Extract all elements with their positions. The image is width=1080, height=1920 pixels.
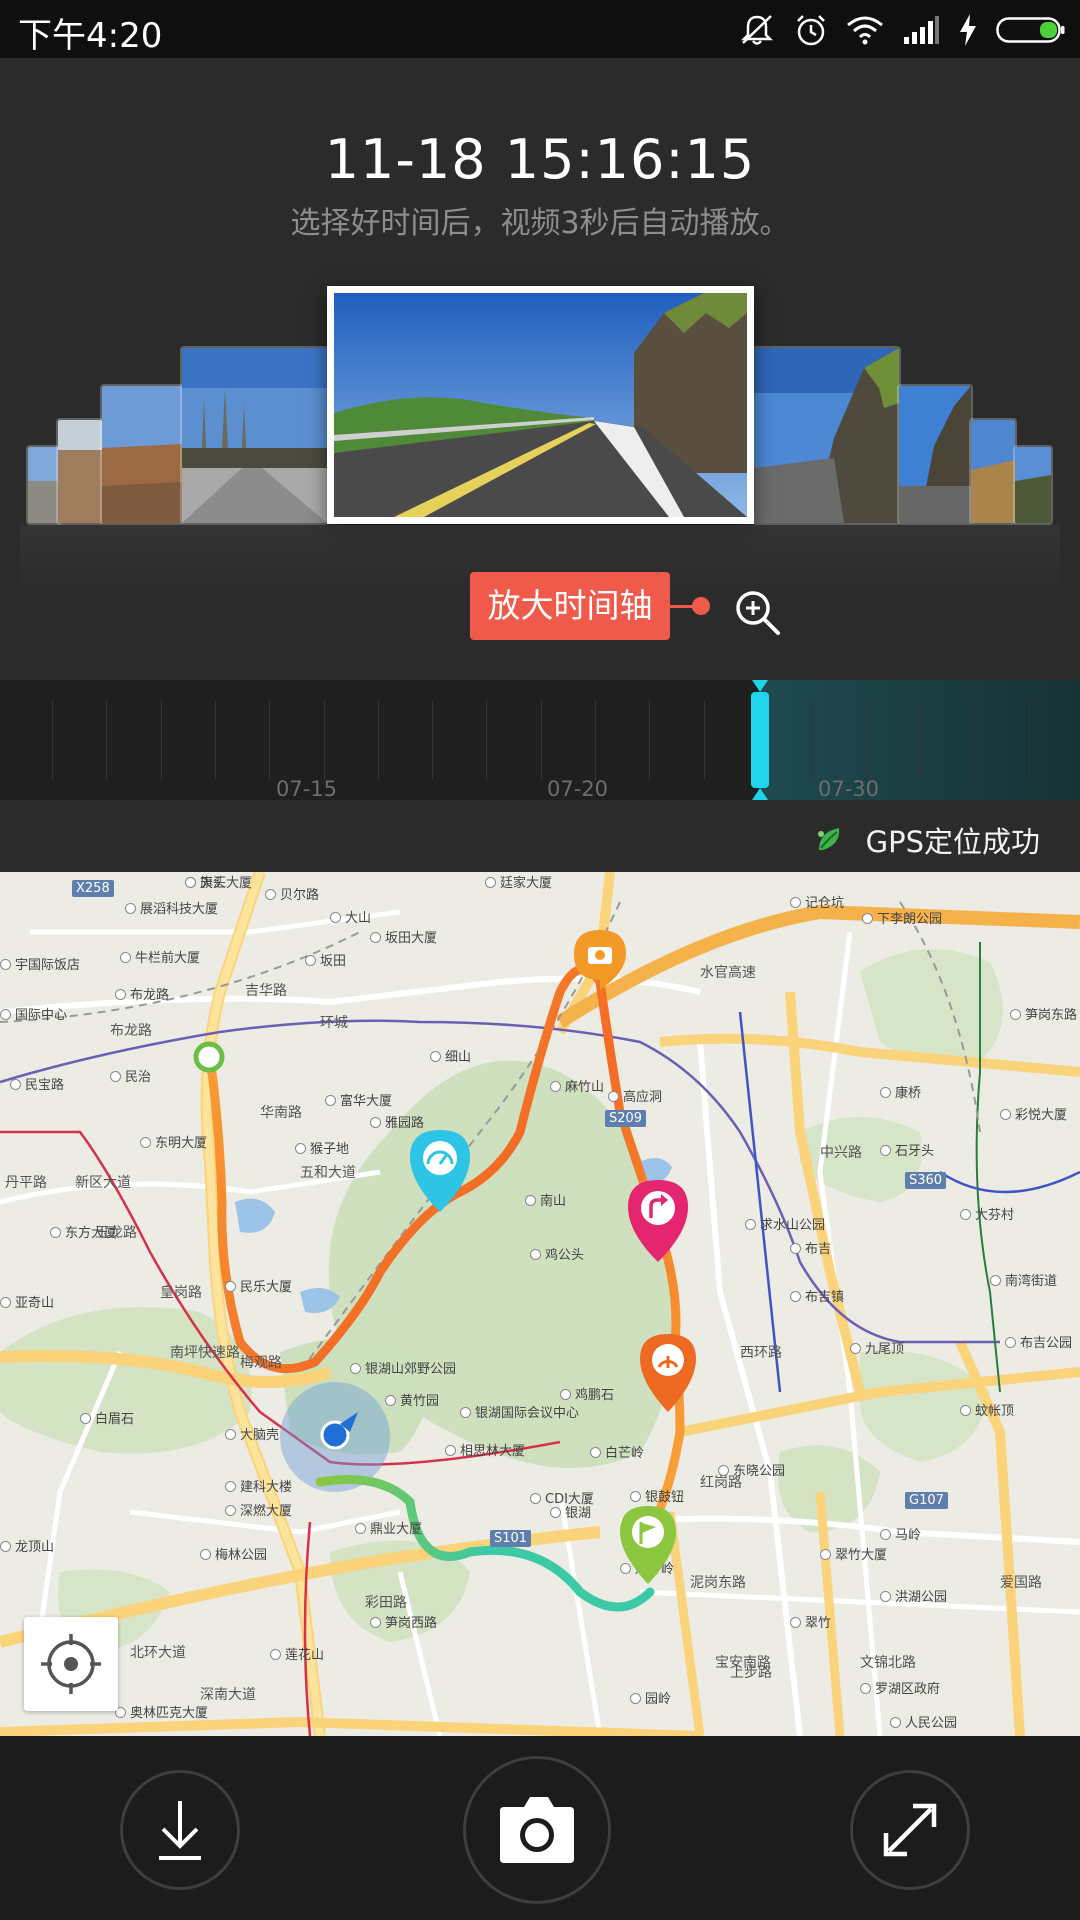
finish-flag-icon[interactable] xyxy=(620,1506,676,1584)
timeline-tick xyxy=(52,700,53,780)
timeline-cursor-top xyxy=(752,680,768,692)
route-markers xyxy=(193,930,696,1584)
timeline-label: 07-30 xyxy=(818,777,880,800)
timeline-tick xyxy=(921,700,922,780)
alarm-icon xyxy=(797,15,825,46)
timeline-tick xyxy=(704,700,705,780)
start-point-icon[interactable] xyxy=(193,1041,225,1073)
timeline-tick xyxy=(269,700,270,780)
camera-icon xyxy=(500,1797,574,1863)
zoom-timeline-button[interactable]: 放大时间轴 xyxy=(470,572,670,640)
thumb-left-4[interactable] xyxy=(28,447,60,523)
timeline-tick xyxy=(595,700,596,780)
thumb-right-4[interactable] xyxy=(1015,447,1051,523)
brake-marker-icon[interactable] xyxy=(640,1334,696,1412)
thumb-selected[interactable] xyxy=(327,286,754,524)
charging-icon xyxy=(960,14,976,46)
wifi-icon xyxy=(847,16,883,45)
thumb-right-2[interactable] xyxy=(899,386,971,523)
status-bar: 下午4:20 xyxy=(0,0,1080,58)
timeline-tick xyxy=(812,700,813,780)
status-icons xyxy=(738,10,1066,50)
locate-icon xyxy=(41,1634,101,1694)
download-button[interactable] xyxy=(120,1770,240,1890)
autoplay-hint: 选择好时间后，视频3秒后自动播放。 xyxy=(290,206,790,241)
video-datetime: 11-18 15:16:15 xyxy=(324,128,756,191)
timeline-tick xyxy=(866,700,867,780)
timeline-tick xyxy=(106,700,107,780)
current-location-icon xyxy=(320,1412,358,1450)
timeline-tick xyxy=(378,700,379,780)
timeline-label: 07-20 xyxy=(547,777,609,800)
zoom-in-icon[interactable] xyxy=(733,588,781,636)
timeline-cursor-bottom xyxy=(752,788,768,800)
map-view[interactable]: 天汇大厦 廷家大厦 贝尔路 展滔科技大厦 大山 坂田大厦 牛栏前大厦 坂田 宇国际饭店 布龙路 国际… xyxy=(0,872,1080,1736)
download-icon xyxy=(159,1801,201,1860)
timeline-recorded-range xyxy=(760,680,1080,800)
fullscreen-icon xyxy=(883,1803,937,1857)
signal-icon xyxy=(904,16,939,44)
thumb-left-1[interactable] xyxy=(182,348,327,523)
timeline-label: 07-15 xyxy=(276,777,338,800)
timeline[interactable]: 07-15 07-20 07-30 xyxy=(0,680,1080,800)
thumb-left-2[interactable] xyxy=(102,386,182,523)
bottom-controls xyxy=(0,1736,1080,1920)
timeline-tick xyxy=(1029,700,1030,780)
fullscreen-button[interactable] xyxy=(850,1770,970,1890)
timeline-tick xyxy=(161,700,162,780)
thumb-left-3[interactable] xyxy=(58,420,102,523)
thumb-right-1[interactable] xyxy=(754,348,899,523)
timeline-tick xyxy=(541,700,542,780)
mute-icon xyxy=(740,15,774,45)
timeline-tick xyxy=(486,700,487,780)
thumb-right-3[interactable] xyxy=(971,420,1015,523)
gps-status-text: GPS定位成功 xyxy=(865,825,1040,859)
timeline-tick xyxy=(215,700,216,780)
turn-marker-icon[interactable] xyxy=(628,1180,688,1262)
camera-marker-icon[interactable] xyxy=(574,930,626,990)
capture-button[interactable] xyxy=(463,1756,611,1904)
timeline-tick xyxy=(975,700,976,780)
zoom-connector-dot xyxy=(692,597,710,615)
app-root: 下午4:20 11-18 15:16:15 选择好时间后，视频3秒后自动播放。 … xyxy=(0,0,1080,1920)
battery-icon xyxy=(996,17,1065,43)
timeline-tick xyxy=(649,700,650,780)
speed-marker-icon[interactable] xyxy=(410,1130,470,1212)
status-time: 下午4:20 xyxy=(18,16,163,56)
locate-button[interactable] xyxy=(24,1617,118,1711)
gps-status-bar: GPS定位成功 xyxy=(0,800,1080,872)
timeline-tick xyxy=(432,700,433,780)
timeline-cursor[interactable] xyxy=(751,692,769,788)
gps-leaf-icon xyxy=(818,828,840,850)
timeline-tick xyxy=(324,700,325,780)
